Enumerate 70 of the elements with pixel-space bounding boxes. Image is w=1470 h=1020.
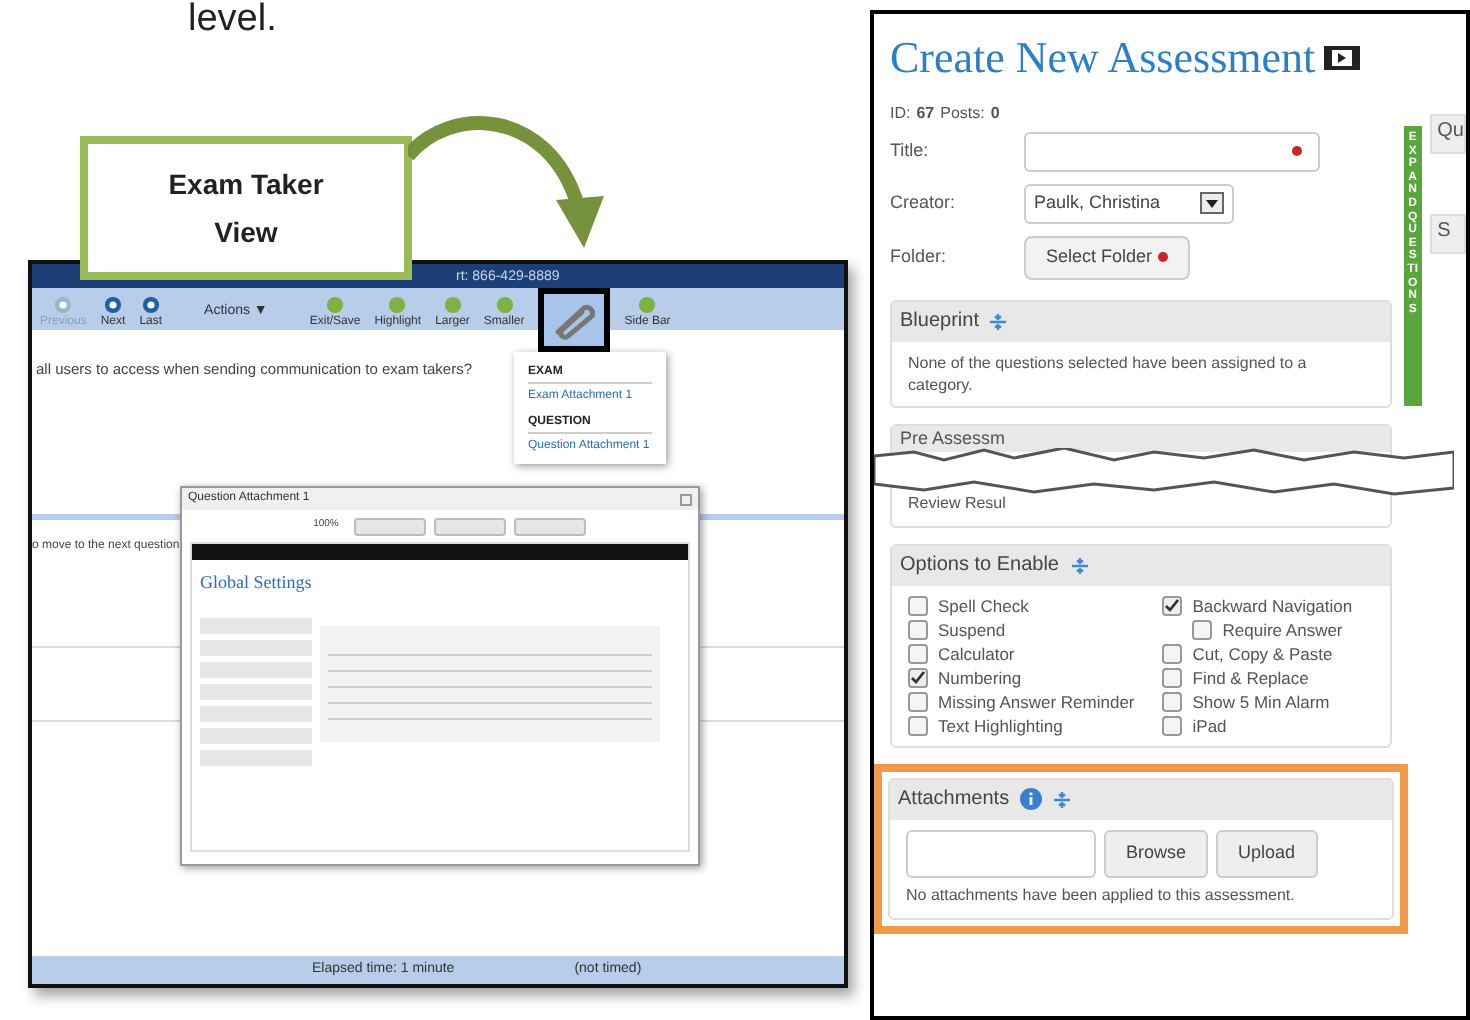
video-icon [1323, 45, 1360, 70]
section-title: Pre Assessm [892, 425, 1390, 452]
checkbox[interactable] [908, 715, 928, 735]
panel-header-stub: Qu [1429, 114, 1466, 154]
panel-header-stub: S [1429, 214, 1466, 254]
circle-icon [54, 296, 73, 314]
blueprint-message: None of the questions selected have been assigned to a category. [908, 351, 1309, 395]
posts-value: 0 [990, 101, 1000, 125]
checkbox[interactable] [908, 667, 928, 687]
section-title: Options to Enable [900, 552, 1059, 580]
file-input[interactable] [906, 829, 1096, 877]
reset-zoom-button[interactable] [514, 517, 587, 535]
option-label: Suspend [938, 619, 1006, 639]
collapse-icon [1069, 555, 1089, 575]
attachment-button[interactable] [538, 288, 611, 352]
id-label: ID: [890, 101, 911, 125]
field-label: Creator: [890, 189, 958, 216]
option-label: iPad [1192, 715, 1227, 735]
checkbox[interactable] [908, 595, 928, 615]
checkbox[interactable] [1162, 715, 1183, 735]
close-icon[interactable] [680, 493, 692, 505]
option-label: Text Highlighting [938, 715, 1063, 735]
option-label: Find & Replace [1192, 667, 1309, 687]
option-label: Require Answer [1222, 619, 1343, 639]
option-label: Spell Check [938, 595, 1029, 615]
checkbox[interactable] [908, 643, 928, 663]
browse-button[interactable]: Browse [1104, 829, 1209, 877]
attachments-message: No attachments have been applied to this assessment. [906, 883, 1297, 907]
page-title: Create New Assessment [890, 30, 1316, 85]
option-label: Numbering [938, 667, 1022, 687]
option-label: Calculator [938, 643, 1015, 663]
tool-icon [326, 296, 345, 314]
option-label: Cut, Copy & Paste [1192, 643, 1333, 663]
collapse-icon [988, 311, 1009, 331]
tool-icon [388, 296, 407, 314]
checkbox[interactable] [908, 691, 928, 711]
embedded-title: Global Settings [198, 570, 314, 596]
checkbox[interactable] [1162, 667, 1183, 687]
creator-select[interactable]: Paulk, Christina [1024, 183, 1234, 223]
body-text: level. [188, 0, 277, 44]
circle-icon [104, 296, 123, 314]
tool-icon [495, 296, 514, 314]
section-text: Review Resul [906, 491, 1008, 515]
checkbox[interactable] [1162, 691, 1183, 711]
zoom-out-button[interactable] [434, 517, 507, 535]
circle-icon [141, 296, 160, 314]
dropdown-icon [1200, 192, 1224, 214]
checkbox[interactable] [1162, 595, 1183, 615]
checkbox[interactable] [908, 619, 928, 639]
callout-label: Exam Taker View [166, 166, 326, 252]
option-label: Show 5 Min Alarm [1192, 691, 1330, 711]
tool-icon [638, 296, 657, 314]
tool-icon [443, 296, 462, 314]
section-title: Attachments [898, 786, 1010, 814]
upload-button[interactable]: Upload [1216, 829, 1318, 877]
paperclip-icon [550, 300, 599, 340]
title-field[interactable] [1024, 131, 1320, 171]
posts-label: Posts: [940, 101, 985, 125]
section-title: Blueprint [900, 308, 979, 336]
checkbox[interactable] [1192, 619, 1213, 639]
info-icon [1019, 788, 1042, 810]
select-folder-button[interactable]: Select Folder [1024, 235, 1191, 279]
zoom-in-button[interactable] [354, 517, 427, 535]
id-value: 67 [916, 101, 935, 125]
checkbox[interactable] [1162, 643, 1183, 663]
collapse-icon [1051, 789, 1072, 809]
field-label: Folder: [890, 243, 949, 270]
option-label: Backward Navigation [1192, 595, 1353, 615]
option-label: Missing Answer Reminder [938, 691, 1135, 711]
field-label: Title: [890, 137, 931, 164]
